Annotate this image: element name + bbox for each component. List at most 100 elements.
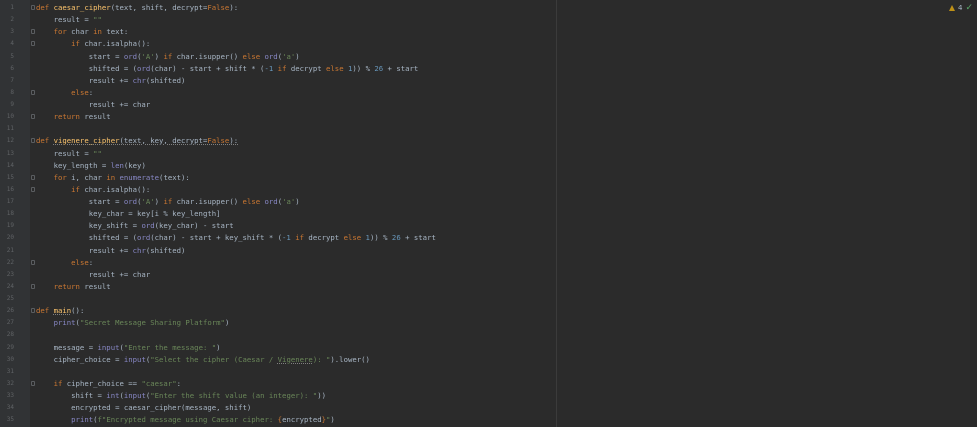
code-token: char.isupper() [176,51,243,61]
code-token: (char) - start + shift * ( [150,63,265,73]
code-token: len [110,160,124,170]
code-line[interactable]: 1 def caesar_cipher(text, shift, decrypt=… [10,2,977,14]
code-line[interactable]: 8 else: [10,87,977,99]
code-token: key_length = [36,160,111,170]
code-token: enumerate [119,172,160,182]
line-number: 12 [6,137,14,145]
inspection-widget[interactable]: 4 ✓ [948,4,973,13]
fold-marker-icon[interactable] [31,5,35,10]
code-token: ): " [312,354,331,364]
code-token: else [326,63,348,73]
code-token: key_char = key[i % key_length] [36,209,221,219]
code-token: def [36,3,54,12]
fold-marker-icon[interactable] [31,29,35,35]
code-line[interactable]: 26 def main(): [7,305,977,317]
code-token: 'a' [282,51,296,61]
code-token: shifted = ( [36,63,138,73]
code-area[interactable]: 1 def caesar_cipher(text, shift, decrypt=… [7,2,977,426]
code-token: )) % [352,63,375,73]
code-line[interactable]: 10 return result [7,111,977,123]
code-token: "Enter the shift value (an integer): " [150,391,318,400]
code-line[interactable]: 19 key_shift = ord(key_char) - start [7,220,977,232]
fold-marker-icon[interactable] [31,283,35,289]
code-line[interactable]: 29 message = input("Enter the message: "… [7,342,977,354]
code-line[interactable]: 16 if char.isalpha(): [7,184,977,196]
fold-marker-icon[interactable] [31,89,35,95]
code-line[interactable]: 30 cipher_choice = input("Select the cip… [7,354,977,366]
code-token: + start [383,63,419,73]
code-text: result += char [36,269,151,279]
fold-marker-icon[interactable] [31,114,35,120]
code-line[interactable]: 24 return result [7,281,977,293]
code-token: (text): [159,172,190,182]
code-token: 26 [374,63,384,73]
code-text: return result [36,112,111,121]
code-line[interactable]: 12 def vigenere_cipher(text, key, decrypt… [7,135,977,147]
code-line[interactable]: 15 for i, char in enumerate(text): [7,172,977,184]
code-text: key_char = key[i % key_length] [36,209,221,218]
fold-marker-icon[interactable] [31,308,35,314]
code-token: "Secret Message Sharing Platform" [79,318,225,328]
code-text: print(f"Encrypted message using Caesar c… [36,415,335,424]
code-line[interactable]: 13 result = "" [7,148,977,160]
code-line[interactable]: 34 encrypted = caesar_cipher(message, sh… [7,402,977,414]
code-token: 26 [391,233,401,243]
code-token: in [93,27,107,37]
code-line[interactable]: 32 if cipher_choice == "caesar": [7,378,977,390]
code-line[interactable]: 9 result += char [10,99,977,111]
line-number: 23 [6,270,14,278]
warning-icon [948,5,955,11]
code-token: result = [36,148,94,158]
line-number: 3 [10,28,14,36]
code-line[interactable]: 3 for char in text: [10,26,977,38]
code-line[interactable]: 11 [7,123,977,135]
code-line[interactable]: 27 print("Secret Message Sharing Platfor… [7,317,977,329]
code-token: message = [36,342,98,352]
fold-marker-icon[interactable] [31,186,35,192]
fold-marker-icon[interactable] [31,259,35,265]
code-token: (char) - start + key_shift * ( [150,233,283,243]
code-token: int [106,391,120,400]
code-line[interactable]: 7 result += chr(shifted) [10,75,977,87]
line-number: 13 [6,149,14,157]
fold-marker-icon[interactable] [31,174,35,180]
code-token: decrypt [290,63,327,73]
code-line[interactable]: 22 else: [7,257,977,269]
fold-marker-icon[interactable] [31,138,35,144]
code-token: if [163,51,177,61]
fold-marker-icon[interactable] [31,380,35,386]
code-line[interactable]: 2 result = "" [10,14,977,26]
code-line[interactable]: 21 result += chr(shifted) [7,245,977,257]
code-line[interactable]: 25 [7,293,977,305]
code-token: : [88,257,94,267]
code-line[interactable]: 33 shift = int(input("Enter the shift va… [7,390,977,402]
line-number: 34 [6,404,14,412]
code-line[interactable]: 28 [7,329,977,341]
code-line[interactable]: 4 if char.isalpha(): [10,38,977,50]
code-text: else: [36,88,93,97]
code-line[interactable]: 6 shifted = (ord(char) - start + shift *… [10,63,977,75]
code-text: key_shift = ord(key_char) - start [36,221,234,230]
code-editor[interactable]: 1 def caesar_cipher(text, shift, decrypt=… [0,0,977,427]
fold-marker-icon[interactable] [31,41,35,47]
code-text: encrypted = caesar_cipher(message, shift… [36,403,251,412]
code-token: result = [36,15,94,25]
line-number: 6 [10,64,14,72]
code-line[interactable]: 18 key_char = key[i % key_length] [7,208,977,220]
code-line[interactable]: 17 start = ord('A') if char.isupper() el… [7,196,977,208]
code-line[interactable]: 14 key_length = len(key) [7,160,977,172]
code-line[interactable]: 35 print(f"Encrypted message using Caesa… [7,414,977,426]
line-number: 11 [6,125,14,133]
code-token: "" [93,15,102,25]
code-token: encrypted [282,415,322,425]
code-line[interactable]: 23 result += char [7,269,977,281]
code-line[interactable]: 31 [7,366,977,378]
code-token: result += char [36,269,151,279]
code-line[interactable]: 5 start = ord('A') if char.isupper() els… [10,51,977,63]
code-line[interactable]: 20 shifted = (ord(char) - start + key_sh… [7,232,977,244]
